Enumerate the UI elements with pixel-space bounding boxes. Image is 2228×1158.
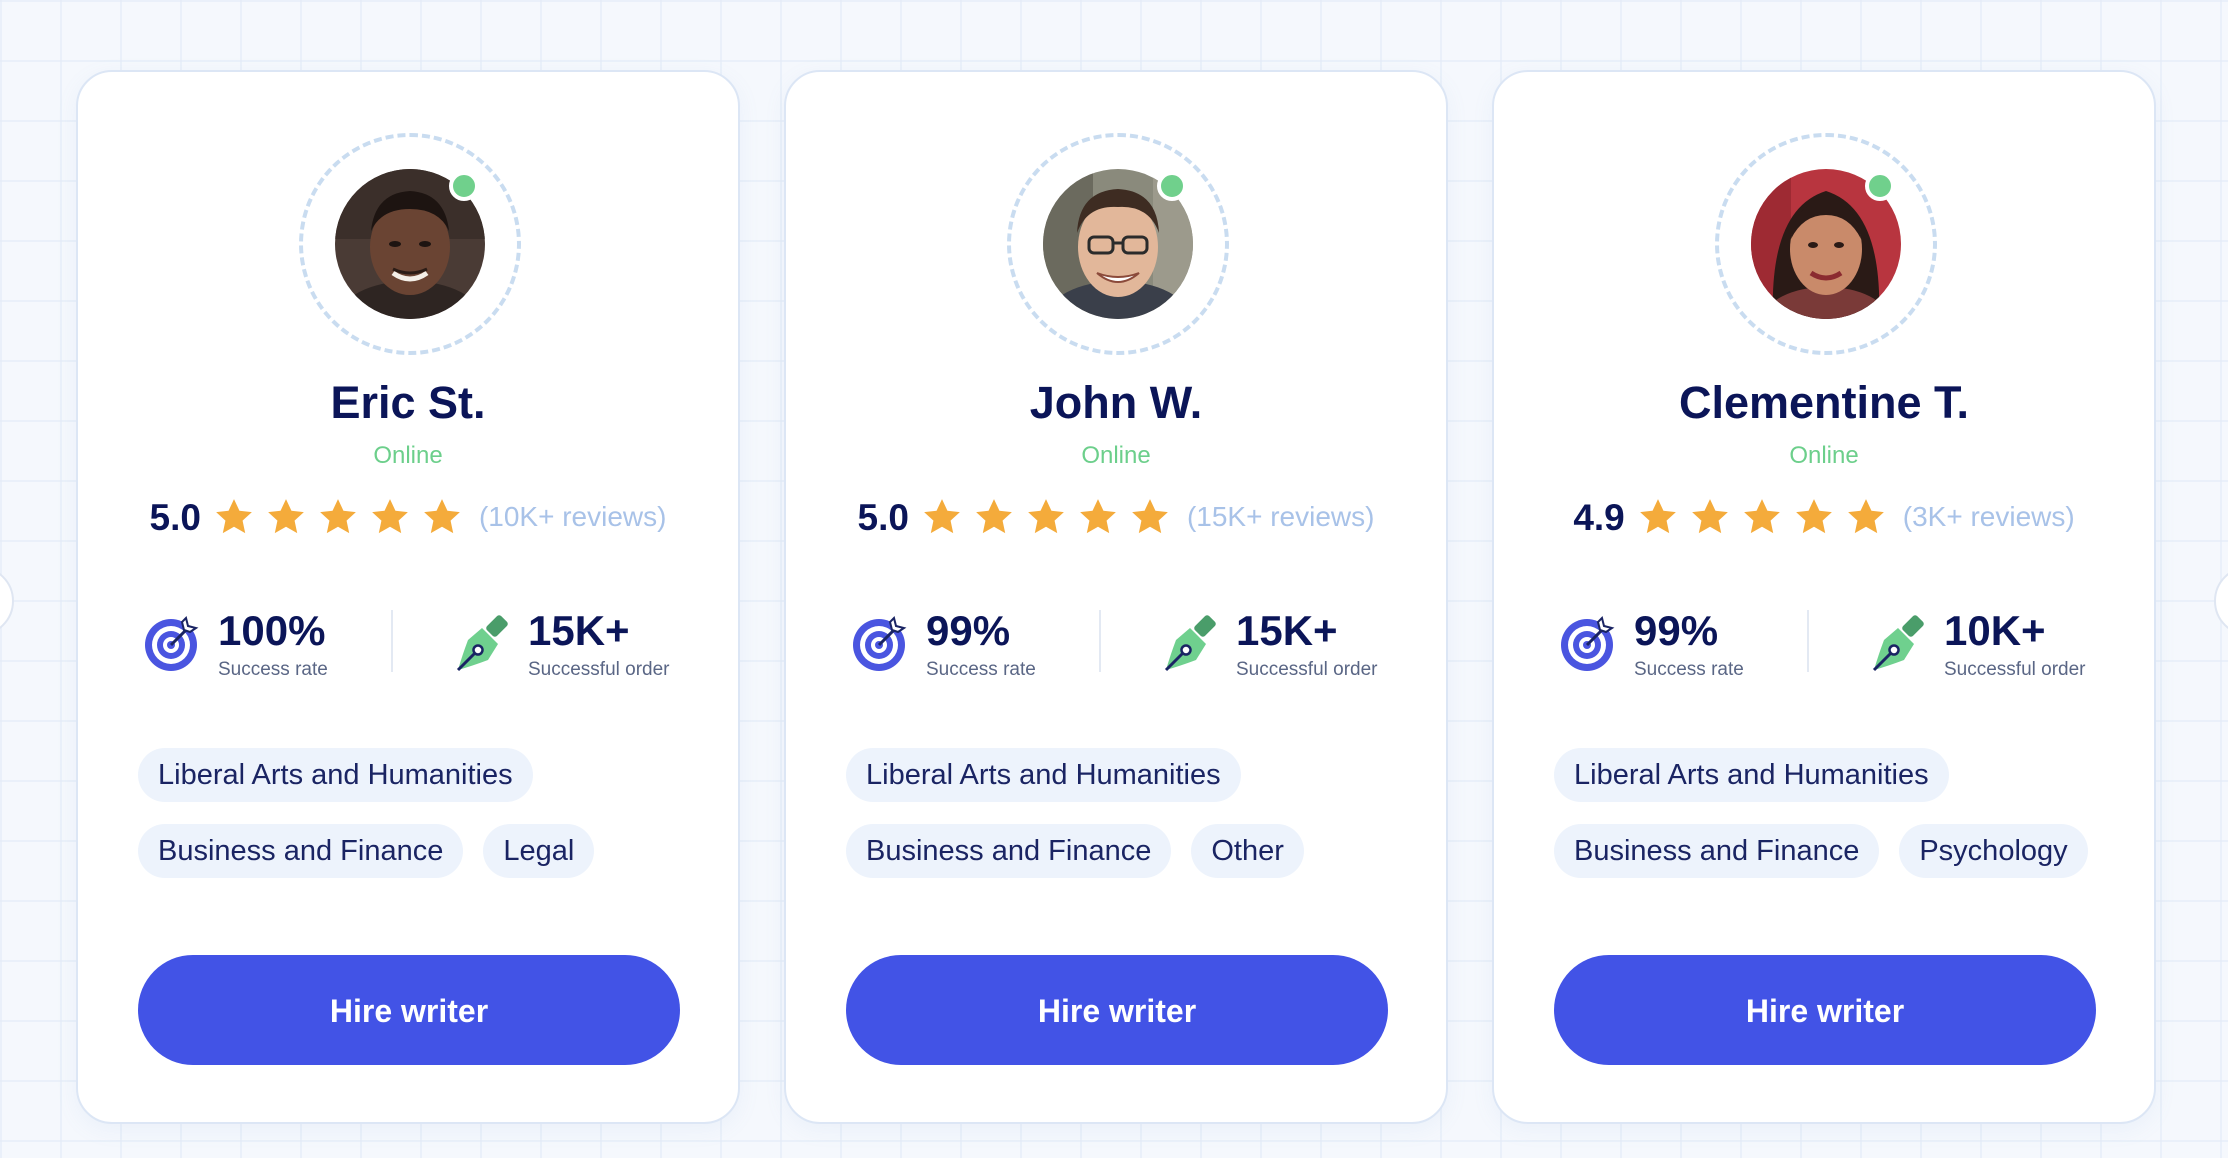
carousel-prev-button[interactable] (0, 566, 14, 636)
star-icon (924, 499, 960, 534)
star-icon (1132, 499, 1168, 534)
star-icon (1743, 499, 1780, 534)
rating-value: 4.9 (1573, 496, 1625, 538)
orders-stat: 15K+ Successful order (452, 592, 712, 692)
success-rate-stat: 99% Success rate (1558, 592, 1778, 692)
star-icon (320, 499, 356, 534)
hire-writer-button[interactable]: Hire writer (1554, 955, 2096, 1065)
writer-name: Eric St. (330, 377, 486, 428)
star-icon (1847, 499, 1884, 534)
orders-value: 15K+ (1236, 607, 1338, 654)
subject-tag: Liberal Arts and Humanities (138, 748, 533, 802)
subject-tag: Liberal Arts and Humanities (1554, 748, 1949, 802)
star-icon (372, 499, 408, 534)
orders-value: 15K+ (528, 607, 630, 654)
orders-label: Successful order (1944, 659, 2086, 680)
star-icon (1795, 499, 1832, 534)
pen-nib-icon (1872, 615, 1924, 672)
star-icon (1639, 499, 1676, 534)
success-rate-stat: 99% Success rate (850, 592, 1070, 692)
subject-tags: Liberal Arts and Humanities Business and… (1554, 748, 2114, 900)
success-rate-value: 99% (1634, 607, 1719, 654)
orders-stat: 15K+ Successful order (1160, 592, 1420, 692)
stat-divider (1807, 610, 1809, 672)
online-status: Online (1081, 442, 1151, 469)
orders-label: Successful order (1236, 659, 1378, 680)
success-rate-value: 100% (218, 607, 326, 654)
avatar-ring (1715, 133, 1937, 355)
carousel-next-button[interactable] (2214, 566, 2228, 636)
writer-stats: 99% Success rate 15K+ Successful order (786, 592, 1446, 692)
tag-row: Liberal Arts and Humanities (138, 748, 698, 802)
review-count: (3K+ reviews) (1902, 501, 2075, 532)
hire-writer-button[interactable]: Hire writer (138, 955, 680, 1065)
star-icon (1028, 499, 1064, 534)
subject-tag: Other (1191, 824, 1304, 878)
orders-label: Successful order (528, 659, 670, 680)
avatar-ring (1007, 133, 1229, 355)
tag-row: Business and Finance Other (846, 824, 1406, 878)
stat-divider (1099, 610, 1101, 672)
online-dot (1157, 171, 1187, 201)
online-status: Online (1789, 442, 1859, 469)
writer-card: Eric St. Online 5.0 (10K+ reviews) 100% … (76, 70, 740, 1124)
target-icon (853, 616, 907, 671)
subject-tags: Liberal Arts and Humanities Business and… (138, 748, 698, 900)
review-count: (10K+ reviews) (478, 501, 667, 532)
subject-tags: Liberal Arts and Humanities Business and… (846, 748, 1406, 900)
online-dot (449, 171, 479, 201)
pen-nib-icon (456, 615, 508, 672)
subject-tag: Business and Finance (846, 824, 1172, 878)
writer-card: Clementine T. Online 4.9 (3K+ reviews) 9… (1492, 70, 2156, 1124)
online-dot (1865, 171, 1895, 201)
star-icon (1691, 499, 1728, 534)
writer-stats: 99% Success rate 10K+ Successful order (1494, 592, 2154, 692)
online-status: Online (373, 442, 443, 469)
hire-writer-button[interactable]: Hire writer (846, 955, 1388, 1065)
star-icon (216, 499, 252, 534)
rating-row: 4.9 (3K+ reviews) (1494, 492, 2154, 542)
tag-row: Liberal Arts and Humanities (1554, 748, 2114, 802)
review-count: (15K+ reviews) (1186, 501, 1375, 532)
star-rating (213, 496, 473, 538)
success-rate-label: Success rate (926, 659, 1036, 680)
subject-tag: Liberal Arts and Humanities (846, 748, 1241, 802)
avatar-ring (299, 133, 521, 355)
star-icon (268, 499, 304, 534)
rating-row: 5.0 (15K+ reviews) (786, 492, 1446, 542)
writer-card: John W. Online 5.0 (15K+ reviews) 99% Su… (784, 70, 1448, 1124)
subject-tag: Business and Finance (138, 824, 464, 878)
tag-row: Business and Finance Legal (138, 824, 698, 878)
writer-name: John W. (1029, 377, 1203, 428)
star-rating (1637, 496, 1897, 538)
stat-divider (391, 610, 393, 672)
success-rate-value: 99% (926, 607, 1011, 654)
success-rate-stat: 100% Success rate (142, 592, 362, 692)
pen-nib-icon (1164, 615, 1216, 672)
writer-stats: 100% Success rate 15K+ Successful order (78, 592, 738, 692)
star-icon (424, 499, 460, 534)
rating-row: 5.0 (10K+ reviews) (78, 492, 738, 542)
tag-row: Business and Finance Psychology (1554, 824, 2114, 878)
success-rate-label: Success rate (218, 659, 328, 680)
subject-tag: Business and Finance (1554, 824, 1880, 878)
writer-name: Clementine T. (1678, 377, 1970, 428)
target-icon (145, 616, 199, 671)
star-rating (921, 496, 1181, 538)
orders-stat: 10K+ Successful order (1868, 592, 2128, 692)
success-rate-label: Success rate (1634, 659, 1744, 680)
subject-tag: Psychology (1899, 824, 2088, 878)
tag-row: Liberal Arts and Humanities (846, 748, 1406, 802)
rating-value: 5.0 (149, 496, 201, 538)
subject-tag: Legal (483, 824, 595, 878)
target-icon (1561, 616, 1615, 671)
star-icon (1080, 499, 1116, 534)
rating-value: 5.0 (857, 496, 909, 538)
star-icon (976, 499, 1012, 534)
orders-value: 10K+ (1944, 607, 2046, 654)
